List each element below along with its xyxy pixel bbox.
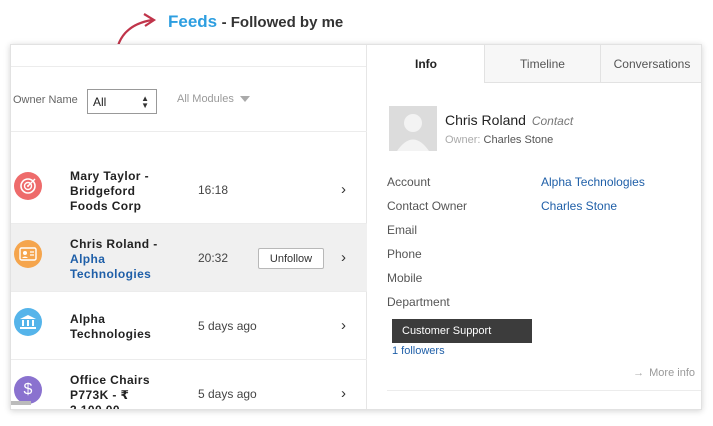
feed-list: Mary Taylor - Bridgeford Foods Corp 16:1…: [11, 156, 367, 410]
feed-item-title: Chris Roland - Alpha Technologies: [70, 237, 170, 282]
dollar-icon: $: [14, 376, 42, 404]
field-label-phone: Phone: [387, 247, 422, 261]
page-caption: Feeds - Followed by me: [168, 12, 343, 32]
select-caret-icon: ▲ ▼: [141, 94, 149, 110]
owner-label: Owner:: [445, 134, 481, 146]
feed-item-title: Alpha Technologies: [70, 312, 152, 341]
field-label-contact-owner: Contact Owner: [387, 199, 468, 213]
chevron-right-icon[interactable]: ›: [341, 181, 346, 198]
bank-icon: [14, 308, 42, 336]
field-label-department: Department: [387, 295, 450, 309]
contact-card-icon: [14, 240, 42, 268]
feeds-subtitle: - Followed by me: [221, 14, 344, 31]
feed-item-time: 5 days ago: [198, 387, 257, 401]
detail-tabs: Info Timeline Conversations: [368, 45, 701, 83]
arrow-right-icon: →: [633, 367, 645, 379]
tab-info[interactable]: Info: [368, 45, 484, 83]
owner-name: Charles Stone: [483, 134, 554, 146]
more-info-link[interactable]: → More info: [633, 367, 695, 379]
crm-window: Owner Name All ▲ ▼ All Modules Mary Taylo…: [10, 44, 702, 410]
detail-panel: Info Timeline Conversations Chris Roland…: [368, 45, 701, 409]
scrollbar[interactable]: [11, 401, 31, 405]
owner-filter-label: Owner Name: [13, 94, 78, 106]
modules-filter[interactable]: All Modules: [177, 93, 250, 105]
unfollow-button[interactable]: Unfollow: [258, 248, 324, 269]
feed-item-office-chairs[interactable]: $ Office Chairs P773K - ₹ 3,100.00 5 day…: [11, 360, 367, 410]
field-label-mobile: Mobile: [387, 271, 423, 285]
feed-item-time: 20:32: [198, 251, 229, 265]
feed-item-title: Mary Taylor - Bridgeford Foods Corp: [70, 169, 149, 213]
contact-full-name: Chris Roland: [445, 112, 526, 128]
chevron-right-icon[interactable]: ›: [341, 317, 346, 334]
chevron-right-icon[interactable]: ›: [341, 385, 346, 402]
feed-item-title: Office Chairs P773K - ₹ 3,100.00: [70, 373, 150, 410]
avatar: [389, 106, 437, 151]
tab-timeline[interactable]: Timeline: [484, 45, 600, 83]
contact-name: Chris Roland Contact: [445, 112, 573, 128]
target-icon: [14, 172, 42, 200]
field-label-account: Account: [387, 175, 431, 189]
divider: [11, 131, 367, 132]
field-label-email: Email: [387, 223, 418, 237]
divider: [387, 390, 701, 391]
chevron-right-icon[interactable]: ›: [341, 249, 346, 266]
tab-conversations[interactable]: Conversations: [600, 45, 701, 83]
feed-item-alpha-technologies[interactable]: Alpha Technologies 5 days ago ›: [11, 292, 367, 360]
dropdown-arrow-icon: [239, 96, 250, 103]
field-value-account[interactable]: Alpha Technologies: [541, 175, 645, 189]
field-value-contact-owner[interactable]: Charles Stone: [541, 199, 617, 213]
feeds-title: Feeds: [168, 12, 218, 31]
feed-panel-header: [11, 45, 366, 67]
followers-link[interactable]: 1 followers: [392, 345, 445, 357]
feed-item-time: 5 days ago: [198, 319, 257, 333]
contact-owner-line: Owner: Charles Stone: [445, 134, 553, 146]
feed-item-title-prefix: Chris Roland -: [70, 237, 158, 251]
contact-type: Contact: [531, 114, 574, 128]
feed-item-time: 16:18: [198, 183, 229, 197]
department-tooltip: Customer Support: [392, 319, 532, 343]
feed-panel: Owner Name All ▲ ▼ All Modules Mary Taylo…: [11, 45, 367, 410]
modules-filter-label: All Modules: [177, 93, 234, 105]
owner-select-value: All: [93, 95, 107, 109]
feed-item-account-link[interactable]: Alpha Technologies: [70, 252, 151, 281]
more-info-label: More info: [649, 367, 695, 379]
feed-filters: Owner Name All ▲ ▼ All Modules: [11, 89, 367, 129]
feed-item-chris-roland[interactable]: Chris Roland - Alpha Technologies 20:32 …: [11, 224, 367, 292]
owner-select[interactable]: All ▲ ▼: [87, 89, 157, 114]
feed-item-mary-taylor[interactable]: Mary Taylor - Bridgeford Foods Corp 16:1…: [11, 156, 367, 224]
